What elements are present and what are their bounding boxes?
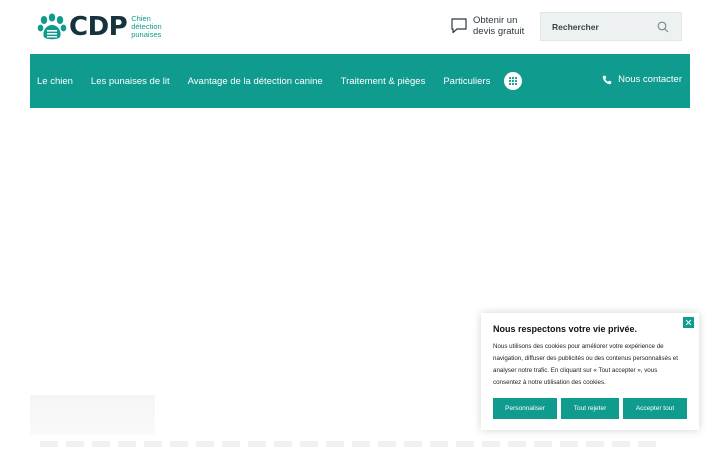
content-placeholder [30,395,155,435]
site-header: CDP Chien détection punaises Obtenir un … [30,0,690,54]
main-nav: Le chien Les punaises de lit Avantage de… [30,54,690,108]
free-quote-line: devis gratuit [473,26,525,37]
nav-item-avantage[interactable]: Avantage de la détection canine [188,76,323,87]
chat-bubble-icon [451,18,467,34]
cookie-actions: Personnaliser Tout rejeter Accepter tout [493,398,687,419]
logo-name: CDP [69,12,128,42]
search-icon[interactable] [657,21,669,33]
site-logo[interactable]: CDP Chien détection punaises [37,12,171,42]
logo-tagline-line: punaises [131,30,162,39]
more-menu-button[interactable] [504,72,523,90]
cookie-text: Nous utilisons des cookies pour améliore… [493,343,678,386]
free-quote-label: Obtenir un devis gratuit [473,15,533,37]
contact-link[interactable]: Nous contacter [602,74,682,85]
search-box [540,12,682,41]
free-quote-link[interactable]: Obtenir un devis gratuit [450,15,533,37]
nav-item-particuliers[interactable]: Particuliers [443,76,490,87]
accept-all-button[interactable]: Accepter tout [623,398,687,419]
cookie-banner: Nous respectons votre vie privée. Nous u… [481,313,699,430]
customize-cookies-button[interactable]: Personnaliser [493,398,557,419]
logo-tagline: Chien détection punaises [131,15,171,39]
content-placeholder-line [40,441,660,447]
reject-all-button[interactable]: Tout rejeter [561,398,619,419]
cookie-title: Nous respectons votre vie privée. [493,324,638,334]
free-quote-line: Obtenir un [473,15,518,26]
grid-icon [509,76,518,86]
nav-item-le-chien[interactable]: Le chien [37,76,73,87]
close-icon[interactable] [683,317,694,328]
nav-item-punaises[interactable]: Les punaises de lit [91,76,170,87]
contact-label: Nous contacter [618,74,682,85]
paw-logo-icon [37,13,67,40]
nav-item-traitement[interactable]: Traitement & pièges [341,76,426,87]
phone-icon [602,75,612,84]
search-input[interactable] [541,21,651,32]
